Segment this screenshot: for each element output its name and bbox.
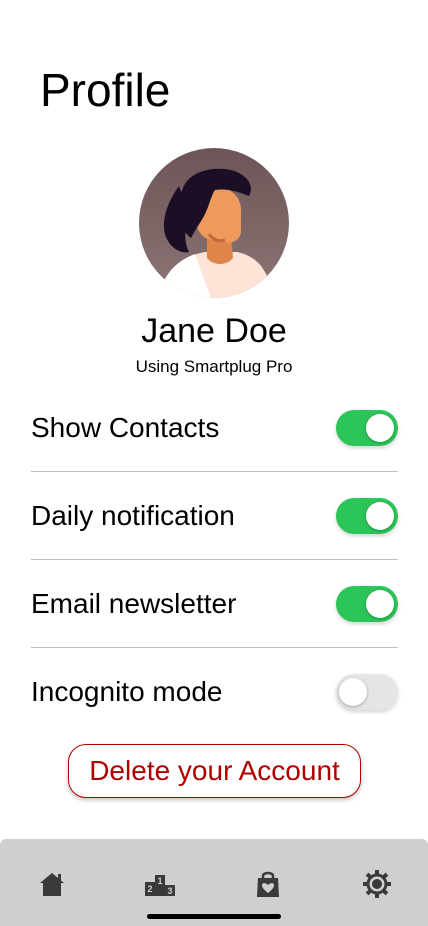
setting-label: Daily notification	[31, 499, 235, 531]
favorites-bag-icon[interactable]	[253, 869, 283, 899]
toggle-knob	[366, 413, 394, 442]
rank-2-label: 2	[147, 884, 152, 894]
daily-notification-toggle[interactable]	[336, 497, 398, 534]
email-newsletter-toggle[interactable]	[336, 585, 398, 622]
avatar-illustration	[139, 148, 289, 298]
leaderboard-icon[interactable]: 2 1 3	[144, 869, 176, 899]
user-name: Jane Doe	[141, 312, 287, 350]
tab-bar: 2 1 3	[0, 839, 428, 926]
rank-3-label: 3	[167, 886, 172, 896]
setting-daily-notification: Daily notification	[31, 472, 398, 560]
setting-email-newsletter: Email newsletter	[31, 560, 398, 648]
home-icon[interactable]	[37, 869, 67, 899]
show-contacts-toggle[interactable]	[336, 409, 398, 446]
rank-1-label: 1	[157, 876, 162, 886]
page-title: Profile	[40, 64, 171, 116]
setting-incognito-mode: Incognito mode	[31, 648, 398, 735]
avatar[interactable]	[139, 148, 289, 298]
settings-gear-icon[interactable]	[362, 869, 392, 899]
toggle-knob	[366, 589, 394, 618]
incognito-mode-toggle[interactable]	[336, 673, 398, 710]
settings-list: Show Contacts Daily notification Email n…	[31, 384, 398, 735]
user-subtitle: Using Smartplug Pro	[135, 357, 293, 376]
toggle-knob	[339, 677, 367, 706]
setting-label: Email newsletter	[31, 587, 237, 619]
home-indicator[interactable]	[147, 914, 281, 919]
toggle-knob	[366, 501, 394, 530]
setting-label: Incognito mode	[31, 675, 223, 707]
setting-show-contacts: Show Contacts	[31, 384, 398, 472]
delete-account-button[interactable]: Delete your Account	[68, 744, 361, 798]
setting-label: Show Contacts	[31, 411, 220, 443]
